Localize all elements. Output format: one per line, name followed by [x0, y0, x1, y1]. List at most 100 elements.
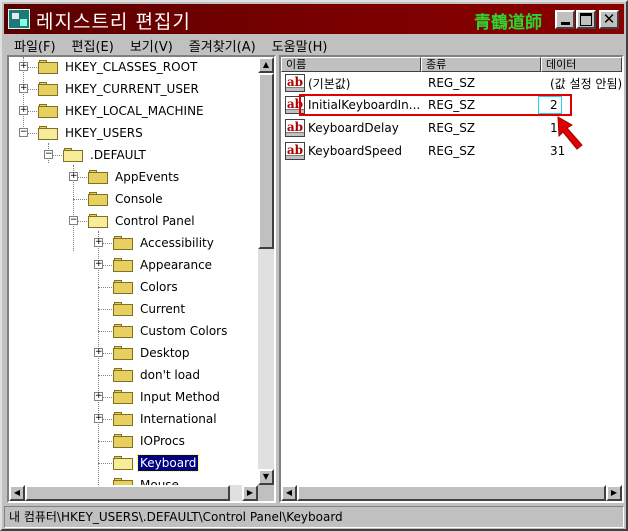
tree-item-label: AppEvents — [115, 170, 180, 184]
tree-item-label-selected: Keyboard — [136, 454, 200, 472]
tree-item-console[interactable]: Console — [59, 189, 165, 209]
tree-item-label: .DEFAULT — [90, 148, 146, 162]
tree-item-hkey-classes-root[interactable]: + HKEY_CLASSES_ROOT — [9, 57, 199, 77]
registry-editor-window: 레지스트리 편집기 青鶴道師 ✕ 파일(F) 편집(E) 보기(V) 즐겨찾기(… — [0, 0, 628, 531]
collapse-icon[interactable]: − — [19, 128, 28, 137]
highlight-rectangle — [299, 94, 572, 116]
tree-item-label: Mouse — [140, 478, 179, 485]
folder-icon — [113, 478, 133, 485]
tree-item-keyboard[interactable]: Keyboard — [84, 453, 200, 473]
scroll-up-icon[interactable]: ▲ — [258, 57, 274, 73]
tree-item-dont-load[interactable]: don't load — [84, 365, 202, 385]
tree-item-label: Appearance — [140, 258, 213, 272]
expand-icon[interactable]: + — [69, 172, 78, 181]
expand-icon[interactable]: + — [19, 106, 28, 115]
string-value-icon: ab — [285, 74, 305, 92]
collapse-icon[interactable]: − — [69, 216, 78, 225]
tree-horizontal-scrollbar[interactable]: ◀ ▶ — [9, 485, 258, 501]
close-icon: ✕ — [602, 10, 616, 28]
watermark-text: 青鶴道師 — [474, 13, 542, 33]
tree-item-appearance[interactable]: + Appearance — [84, 255, 214, 275]
annotation-arrow-icon — [557, 116, 583, 150]
tree-item-current[interactable]: Current — [84, 299, 187, 319]
tree-item-mouse[interactable]: Mouse — [84, 475, 181, 485]
scroll-down-icon[interactable]: ▼ — [258, 469, 274, 485]
regedit-app-icon — [8, 9, 30, 29]
folder-icon — [113, 302, 133, 316]
tree-item-default[interactable]: − .DEFAULT — [34, 145, 148, 165]
scrollbar-corner — [258, 485, 274, 501]
maximize-button[interactable] — [576, 10, 596, 29]
folder-open-icon — [63, 148, 83, 162]
tree-item-colors[interactable]: Colors — [84, 277, 180, 297]
tree-item-label: Accessibility — [140, 236, 214, 250]
expand-icon[interactable]: + — [94, 238, 103, 247]
expand-icon[interactable]: + — [94, 392, 103, 401]
tree-item-hkey-current-user[interactable]: + HKEY_CURRENT_USER — [9, 79, 201, 99]
column-header-data[interactable]: 데이터 — [541, 57, 622, 72]
expand-icon[interactable]: + — [19, 62, 28, 71]
tree-item-desktop[interactable]: + Desktop — [84, 343, 192, 363]
folder-icon — [38, 82, 58, 96]
tree-item-accessibility[interactable]: + Accessibility — [84, 233, 216, 253]
collapse-icon[interactable]: − — [44, 150, 53, 159]
tree-item-ioprocs[interactable]: IOProcs — [84, 431, 187, 451]
tree-item-label: Control Panel — [115, 214, 195, 228]
expand-icon[interactable]: + — [19, 84, 28, 93]
value-name: (기본값) — [308, 76, 351, 91]
tree-item-hkey-local-machine[interactable]: + HKEY_LOCAL_MACHINE — [9, 101, 206, 121]
scroll-left-icon[interactable]: ◀ — [9, 485, 25, 501]
close-button[interactable]: ✕ — [599, 10, 619, 29]
window-title: 레지스트리 편집기 — [36, 11, 191, 33]
tree-item-label: HKEY_LOCAL_MACHINE — [65, 104, 204, 118]
tree-item-control-panel[interactable]: − Control Panel — [59, 211, 197, 231]
menu-favorites[interactable]: 즐겨찾기(A) — [179, 34, 262, 55]
value-data: (값 설정 안됨) — [550, 76, 623, 91]
data-value-box — [538, 96, 562, 114]
folder-icon — [113, 390, 133, 404]
column-header-name[interactable]: 이름 — [281, 57, 421, 72]
menu-view[interactable]: 보기(V) — [120, 34, 179, 55]
menu-help[interactable]: 도움말(H) — [262, 34, 334, 55]
title-bar[interactable]: 레지스트리 편집기 青鶴道師 ✕ — [4, 4, 624, 34]
string-value-icon: ab — [285, 142, 305, 160]
column-header-type[interactable]: 종류 — [421, 57, 541, 72]
tree-item-label: Current — [140, 302, 186, 316]
tree-vertical-scrollbar[interactable]: ▲ ▼ — [258, 57, 274, 485]
tree-hscroll-thumb[interactable] — [25, 485, 230, 501]
tree-item-input-method[interactable]: + Input Method — [84, 387, 222, 407]
expand-icon[interactable]: + — [94, 348, 103, 357]
expand-icon[interactable]: + — [94, 260, 103, 269]
key-tree: + HKEY_CLASSES_ROOT + HKEY_CURRENT_USER … — [9, 57, 258, 485]
expand-icon[interactable]: + — [94, 414, 103, 423]
tree-item-label: HKEY_USERS — [65, 126, 143, 140]
folder-icon — [38, 60, 58, 74]
scroll-right-icon[interactable]: ▶ — [606, 485, 622, 501]
menu-edit[interactable]: 편집(E) — [62, 34, 120, 55]
value-row-default[interactable]: ab (기본값) REG_SZ (값 설정 안됨) — [285, 72, 622, 94]
value-type: REG_SZ — [428, 144, 476, 158]
tree-scroll-thumb[interactable] — [258, 73, 274, 249]
tree-item-label: don't load — [140, 368, 201, 382]
tree-item-appevents[interactable]: + AppEvents — [59, 167, 181, 187]
tree-item-label: Colors — [140, 280, 178, 294]
value-row-keyboarddelay[interactable]: ab KeyboardDelay REG_SZ 1 — [285, 117, 558, 139]
folder-open-icon — [38, 126, 58, 140]
folder-icon — [113, 434, 133, 448]
tree-item-international[interactable]: + International — [84, 409, 219, 429]
tree-item-label: Input Method — [140, 390, 220, 404]
menu-file[interactable]: 파일(F) — [4, 34, 62, 55]
folder-open-icon — [88, 214, 108, 228]
list-horizontal-scrollbar[interactable]: ◀ ▶ — [281, 485, 622, 501]
minimize-button[interactable] — [555, 10, 575, 29]
scroll-right-icon[interactable]: ▶ — [242, 485, 258, 501]
tree-item-custom-colors[interactable]: Custom Colors — [84, 321, 229, 341]
tree-item-label: Custom Colors — [140, 324, 228, 338]
value-row-keyboardspeed[interactable]: ab KeyboardSpeed REG_SZ 31 — [285, 140, 565, 162]
list-hscroll-thumb[interactable] — [297, 485, 606, 501]
folder-icon — [113, 368, 133, 382]
folder-icon — [38, 104, 58, 118]
list-header: 이름 종류 데이터 — [281, 57, 622, 72]
scroll-left-icon[interactable]: ◀ — [281, 485, 297, 501]
tree-item-hkey-users[interactable]: − HKEY_USERS — [9, 123, 145, 143]
